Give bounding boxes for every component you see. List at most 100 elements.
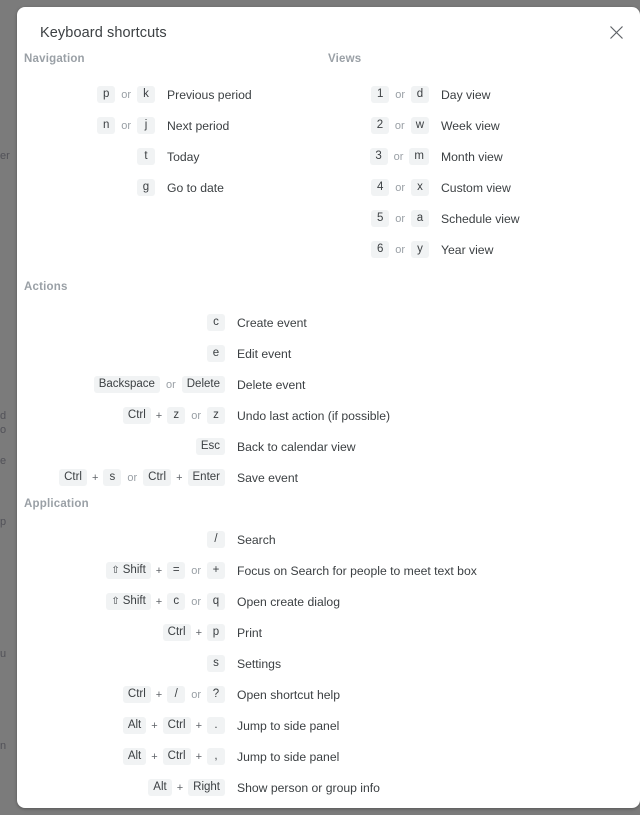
- shortcut-row: t Today: [24, 141, 344, 172]
- key-chip: c: [207, 314, 225, 331]
- shortcut-keys: Ctrl + / or?: [24, 686, 225, 703]
- shortcut-description: Settings: [237, 656, 282, 671]
- shortcut-row: Backspace or Delete Delete event: [17, 369, 640, 400]
- shortcut-row: 3 or m Month view: [328, 141, 640, 172]
- key-chip: e: [207, 345, 225, 362]
- shortcut-description: Open shortcut help: [237, 687, 340, 702]
- key-chip: Alt: [122, 748, 147, 765]
- section-navigation: Navigation p or k Previous period n or j Next p…: [24, 53, 344, 203]
- shortcut-description: Year view: [441, 242, 494, 257]
- key-chip: j: [137, 117, 155, 134]
- shortcut-keys: ⇧ Shift + c or q: [24, 593, 225, 610]
- shortcut-description: Month view: [441, 149, 503, 164]
- shortcut-keys: c: [24, 314, 225, 331]
- shortcut-rows-application: / Search ⇧ Shift + = or + Focus on Search for pe…: [17, 524, 640, 803]
- key-separator-or: or: [395, 243, 405, 256]
- key-separator-or: or: [395, 181, 405, 194]
- key-chip-shift: ⇧ Shift: [106, 593, 151, 610]
- shortcut-row: s Settings: [17, 648, 640, 679]
- key-chip: .: [207, 717, 225, 734]
- section-title-application: Application: [24, 498, 89, 510]
- shortcut-description: Back to calendar view: [237, 439, 356, 454]
- key-chip: z: [167, 407, 186, 424]
- key-separator-or: or: [127, 471, 138, 484]
- key-separator-or: or: [191, 688, 201, 701]
- section-application: Application / Search ⇧ Shift + = or + Focus on S…: [17, 498, 640, 803]
- shortcut-description: Previous period: [167, 87, 252, 102]
- key-chip: y: [411, 241, 429, 258]
- key-chip: Ctrl: [143, 469, 172, 486]
- shortcut-description: Next period: [167, 118, 230, 133]
- key-chip: Backspace: [93, 376, 160, 393]
- key-separator-plus: +: [155, 688, 163, 701]
- key-chip: 4: [371, 179, 390, 196]
- shift-arrow-icon: ⇧: [111, 596, 120, 607]
- key-chip: q: [207, 593, 225, 610]
- key-chip: 3: [369, 148, 388, 165]
- key-chip: s: [207, 655, 225, 672]
- shortcut-description: Day view: [441, 87, 491, 102]
- shortcut-description: Jump to side panel: [237, 718, 340, 733]
- shortcut-description: Jump to side panel: [237, 749, 340, 764]
- key-chip: +: [207, 562, 225, 579]
- key-chip: ,: [207, 748, 225, 765]
- key-separator-plus: +: [155, 595, 163, 608]
- shortcut-rows-actions: c Create event e Edit event Backspace or Delet…: [17, 307, 640, 493]
- shortcut-keys: Alt + Right: [24, 779, 225, 796]
- key-separator-or: or: [191, 564, 201, 577]
- background-text-fragment: o: [0, 424, 7, 436]
- shortcut-row: Ctrl + / or? Open shortcut help: [17, 679, 640, 710]
- shortcut-row: Alt + Ctrl +. Jump to side panel: [17, 710, 640, 741]
- key-separator-plus: +: [155, 409, 163, 422]
- key-separator-plus: +: [195, 719, 202, 732]
- key-chip: s: [103, 469, 122, 486]
- shortcut-keys: p or k: [24, 86, 155, 103]
- background-text-fragment: p: [0, 516, 7, 528]
- key-chip: Ctrl: [122, 407, 151, 424]
- shortcut-keys: 1 or d: [328, 86, 429, 103]
- shortcut-rows-views: 1 or d Day view 2 or w Week view 3 or m Month view 4…: [328, 79, 640, 265]
- key-chip: Right: [188, 779, 225, 796]
- key-separator-or: or: [191, 595, 201, 608]
- key-separator-plus: +: [195, 626, 202, 639]
- shortcut-row: e Edit event: [17, 338, 640, 369]
- key-chip: Ctrl: [162, 717, 191, 734]
- section-title-navigation: Navigation: [24, 53, 85, 65]
- key-separator-or: or: [395, 88, 405, 101]
- shortcut-row: 5 or a Schedule view: [328, 203, 640, 234]
- shortcut-keys: Alt + Ctrl +.: [24, 717, 225, 734]
- shortcut-keys: s: [24, 655, 225, 672]
- background-text-fragment: er: [0, 150, 10, 162]
- page-title: Keyboard shortcuts: [40, 25, 167, 41]
- section-actions: Actions c Create event e Edit event Backspac…: [17, 281, 640, 493]
- key-chip: /: [207, 531, 225, 548]
- key-chip: w: [410, 117, 429, 134]
- section-title-views: Views: [328, 53, 362, 65]
- key-chip: Enter: [187, 469, 225, 486]
- key-chip: Ctrl: [162, 748, 191, 765]
- shortcut-keys: Ctrl + z or z: [24, 407, 225, 424]
- key-chip: a: [411, 210, 429, 227]
- key-separator-plus: +: [176, 781, 184, 794]
- key-chip: Ctrl: [162, 624, 191, 641]
- key-separator-or: or: [165, 378, 176, 391]
- key-chip-shift: ⇧ Shift: [106, 562, 151, 579]
- key-separator-plus: +: [151, 719, 158, 732]
- shortcut-description: Today: [167, 149, 200, 164]
- key-chip: m: [409, 148, 429, 165]
- key-chip: Esc: [195, 438, 225, 455]
- key-chip: /: [167, 686, 186, 703]
- shortcut-keys: 5 or a: [328, 210, 429, 227]
- shortcut-row: Ctrl + p Print: [17, 617, 640, 648]
- shortcut-keys: Ctrl + s or Ctrl + Enter: [24, 469, 225, 486]
- key-chip: 5: [371, 210, 390, 227]
- shortcut-description: Focus on Search for people to meet text …: [237, 563, 477, 578]
- shortcut-row: Alt + Right Show person or group info: [17, 772, 640, 803]
- close-button[interactable]: [601, 17, 631, 47]
- shortcut-keys: /: [24, 531, 225, 548]
- shortcut-row: n or j Next period: [24, 110, 344, 141]
- key-separator-or: or: [121, 88, 131, 101]
- shortcut-keys: Esc: [24, 438, 225, 455]
- close-icon: [609, 25, 624, 40]
- key-separator-or: or: [395, 212, 405, 225]
